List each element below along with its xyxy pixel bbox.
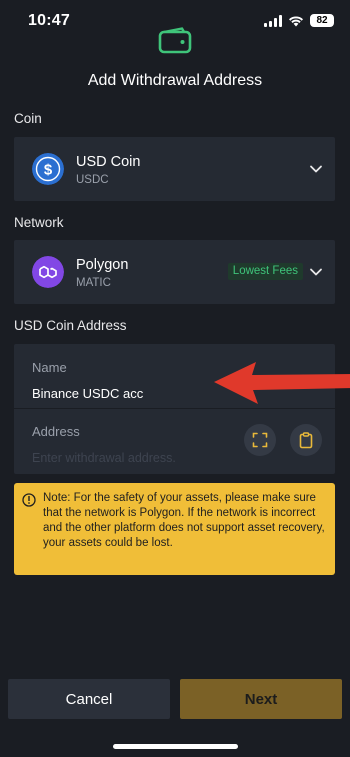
scan-button[interactable] <box>244 424 276 456</box>
network-symbol: MATIC <box>76 277 111 289</box>
wallet-icon <box>158 27 192 54</box>
note-text: Note: For the safety of your assets, ple… <box>43 492 325 549</box>
name-field-label: Name <box>32 360 67 375</box>
address-section-label: USD Coin Address <box>14 318 127 333</box>
coin-name: USD Coin <box>76 154 141 170</box>
address-input[interactable]: Enter withdrawal address. <box>32 451 176 465</box>
chevron-down-icon <box>310 165 322 173</box>
usdc-icon: $ <box>32 153 64 185</box>
status-time: 10:47 <box>28 12 70 29</box>
battery-icon: 82 <box>310 14 334 27</box>
wifi-icon <box>289 15 303 26</box>
info-icon <box>22 493 36 507</box>
network-section-label: Network <box>14 215 64 230</box>
coin-select[interactable]: $ USD Coin USDC <box>14 137 335 201</box>
lowest-fees-badge: Lowest Fees <box>227 263 303 280</box>
name-input[interactable]: Binance USDC acc <box>32 386 143 401</box>
polygon-icon <box>32 256 64 288</box>
page-title: Add Withdrawal Address <box>87 72 263 89</box>
address-field-label: Address <box>32 424 80 439</box>
warning-note: Note: For the safety of your assets, ple… <box>14 483 335 575</box>
scan-icon <box>252 432 268 448</box>
annotation-arrow-icon <box>214 362 350 404</box>
cellular-signal-icon <box>264 14 282 27</box>
svg-text:$: $ <box>44 162 53 179</box>
cancel-button[interactable]: Cancel <box>8 679 170 719</box>
clipboard-icon <box>299 431 313 448</box>
home-indicator <box>113 744 238 749</box>
network-name: Polygon <box>76 257 129 273</box>
network-select[interactable]: Polygon MATIC Lowest Fees <box>14 240 335 304</box>
paste-button[interactable] <box>290 424 322 456</box>
next-button[interactable]: Next <box>180 679 342 719</box>
status-icons: 82 <box>264 14 334 27</box>
form-divider <box>14 408 335 409</box>
coin-section-label: Coin <box>14 111 42 126</box>
chevron-down-icon <box>310 268 322 276</box>
coin-symbol: USDC <box>76 174 109 186</box>
